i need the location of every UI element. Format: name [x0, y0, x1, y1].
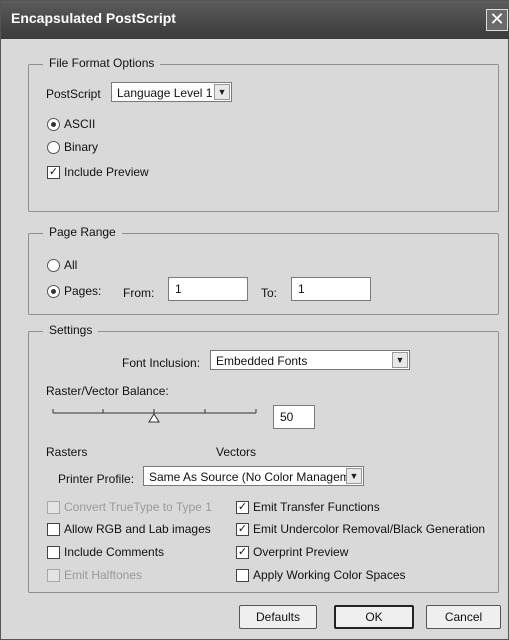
cancel-button[interactable]: Cancel [426, 605, 501, 629]
pages-radio[interactable] [47, 285, 60, 298]
font-inclusion-select[interactable]: Embedded Fonts ▼ [210, 350, 410, 370]
balance-slider[interactable] [51, 401, 261, 427]
emit-halftones-checkbox[interactable] [47, 569, 60, 582]
apply-working-color-spaces-label: Apply Working Color Spaces [253, 568, 406, 582]
chevron-down-icon[interactable]: ▼ [214, 84, 230, 100]
balance-input[interactable]: 50 [273, 405, 315, 429]
rasters-label: Rasters [46, 445, 88, 459]
from-page-input[interactable]: 1 [168, 277, 248, 301]
settings-legend: Settings [43, 323, 99, 337]
chevron-down-icon[interactable]: ▼ [346, 468, 362, 484]
pages-label: Pages: [64, 284, 102, 298]
include-comments-checkbox[interactable] [47, 546, 60, 559]
allow-rgb-lab-checkbox[interactable] [47, 523, 60, 536]
slider-thumb-icon [148, 413, 160, 423]
include-comments-label: Include Comments [64, 545, 165, 559]
all-pages-label: All [64, 258, 78, 272]
balance-value: 50 [280, 410, 294, 424]
binary-radio[interactable] [47, 141, 60, 154]
apply-working-color-spaces-checkbox[interactable] [236, 569, 249, 582]
overprint-preview-checkbox[interactable]: ✓ [236, 546, 249, 559]
dialog-title: Encapsulated PostScript [11, 10, 176, 26]
font-inclusion-label: Font Inclusion: [122, 356, 201, 370]
overprint-preview-label: Overprint Preview [253, 545, 349, 559]
binary-label: Binary [64, 140, 99, 154]
vectors-label: Vectors [216, 445, 257, 459]
from-page-value: 1 [175, 282, 182, 296]
to-label: To: [261, 286, 278, 300]
emit-transfer-functions-label: Emit Transfer Functions [253, 500, 380, 514]
printer-profile-label: Printer Profile: [58, 472, 135, 486]
eps-dialog: Encapsulated PostScript ✕ File Format Op… [0, 0, 509, 640]
title-bar: Encapsulated PostScript ✕ [1, 1, 509, 39]
defaults-button[interactable]: Defaults [239, 605, 317, 629]
from-label: From: [123, 286, 155, 300]
file-format-legend: File Format Options [43, 56, 161, 70]
to-page-value: 1 [298, 282, 305, 296]
chevron-down-icon[interactable]: ▼ [392, 352, 408, 368]
balance-label: Raster/Vector Balance: [46, 384, 169, 398]
printer-profile-select[interactable]: Same As Source (No Color Managem.. ▼ [143, 466, 364, 486]
ascii-label: ASCII [64, 117, 96, 131]
printer-profile-value: Same As Source (No Color Managem.. [149, 470, 357, 484]
postscript-label: PostScript [46, 87, 101, 101]
emit-transfer-functions-checkbox[interactable]: ✓ [236, 501, 249, 514]
close-icon[interactable]: ✕ [486, 9, 508, 31]
emit-halftones-label: Emit Halftones [64, 568, 143, 582]
to-page-input[interactable]: 1 [291, 277, 371, 301]
include-preview-checkbox[interactable]: ✓ [47, 166, 60, 179]
postscript-level-select[interactable]: Language Level 1 ▼ [111, 82, 232, 102]
all-pages-radio[interactable] [47, 259, 60, 272]
convert-truetype-checkbox[interactable] [47, 501, 60, 514]
page-range-group: Page Range [28, 225, 499, 315]
ok-button[interactable]: OK [334, 605, 414, 629]
font-inclusion-value: Embedded Fonts [216, 354, 308, 368]
slider-track [52, 409, 257, 423]
ascii-radio[interactable] [47, 118, 60, 131]
page-range-legend: Page Range [43, 225, 122, 239]
convert-truetype-label: Convert TrueType to Type 1 [64, 500, 212, 514]
allow-rgb-lab-label: Allow RGB and Lab images [64, 522, 211, 536]
postscript-level-value: Language Level 1 [117, 86, 213, 100]
emit-ucr-bg-checkbox[interactable]: ✓ [236, 523, 249, 536]
emit-ucr-bg-label: Emit Undercolor Removal/Black Generation [253, 522, 486, 536]
include-preview-label: Include Preview [64, 165, 149, 179]
